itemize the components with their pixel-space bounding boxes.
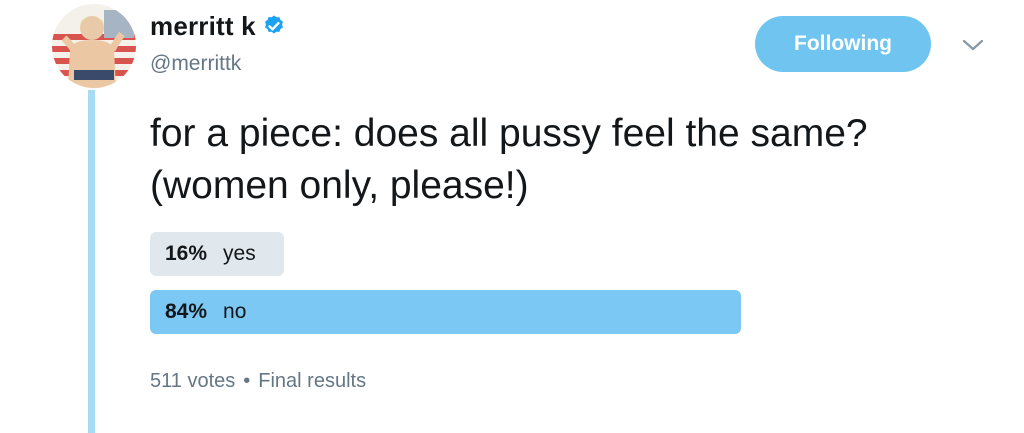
verified-badge-icon [264, 15, 283, 34]
avatar-image [52, 4, 136, 88]
poll-option-percent: 16% [165, 242, 208, 265]
poll-option-no: 84% no [150, 290, 741, 334]
poll-option-percent: 84% [165, 300, 208, 323]
poll-option-label: yes [223, 242, 256, 265]
author-handle[interactable]: @merrittk [150, 52, 241, 76]
avatar[interactable] [52, 4, 136, 88]
separator-dot: • [243, 370, 251, 392]
poll-vote-count: 511 votes [150, 370, 236, 392]
author-row[interactable]: merritt k [150, 8, 286, 44]
display-name[interactable]: merritt k [150, 11, 256, 42]
poll-option-label: no [223, 300, 247, 323]
following-button[interactable]: Following [755, 16, 931, 72]
tweet-text: for a piece: does all pussy feel the sam… [150, 112, 868, 207]
tweet-card: merritt k @merrittk Following for a piec… [0, 0, 1024, 433]
thread-line [88, 90, 95, 433]
poll-status: Final results [258, 370, 367, 392]
chevron-down-icon[interactable] [960, 36, 986, 54]
poll-meta: 511 votes • Final results [150, 370, 366, 393]
poll-option-yes: 16% yes [150, 232, 284, 276]
